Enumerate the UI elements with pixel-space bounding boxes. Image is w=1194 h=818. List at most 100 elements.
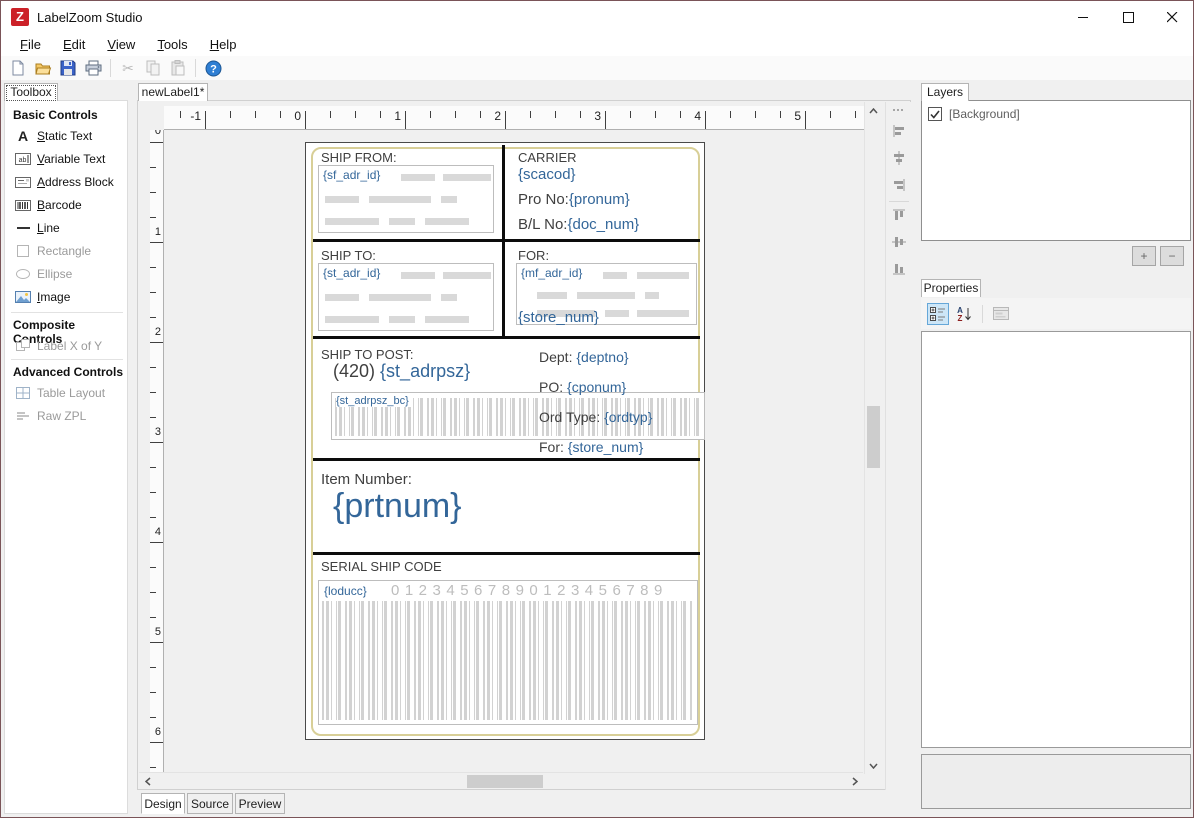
post-prefix: (420) bbox=[333, 361, 376, 381]
scroll-left-button[interactable] bbox=[139, 773, 156, 790]
ship-from-address-block[interactable]: {sf_adr_id} bbox=[318, 165, 494, 233]
align-left-button[interactable] bbox=[890, 122, 908, 140]
menu-help[interactable]: Help bbox=[199, 34, 248, 55]
for-title[interactable]: FOR: bbox=[518, 248, 549, 263]
remove-layer-button[interactable]: − bbox=[1160, 246, 1184, 266]
toolbox-item-variable-text[interactable]: ab Variable Text bbox=[15, 149, 125, 169]
serial-ship-code-title[interactable]: SERIAL SHIP CODE bbox=[321, 559, 442, 574]
tab-source[interactable]: Source bbox=[187, 793, 233, 814]
toolbox-item-line[interactable]: Line bbox=[15, 218, 125, 238]
align-top-button[interactable] bbox=[890, 206, 908, 224]
carrier-title[interactable]: CARRIER bbox=[518, 150, 577, 165]
categorized-icon bbox=[930, 306, 945, 321]
ship-from-title[interactable]: SHIP FROM: bbox=[321, 150, 397, 165]
toolbar-separator bbox=[110, 59, 111, 77]
divider-line[interactable] bbox=[313, 458, 700, 461]
align-right-button[interactable] bbox=[890, 176, 908, 194]
open-file-button[interactable] bbox=[32, 57, 54, 79]
toolbox-item-label: Variable Text bbox=[37, 152, 106, 166]
add-layer-button[interactable]: + bbox=[1132, 246, 1156, 266]
alphabetical-sort-button[interactable]: AZ bbox=[953, 303, 975, 325]
maximize-button[interactable] bbox=[1106, 1, 1151, 33]
ship-to-post-title[interactable]: SHIP TO POST: bbox=[321, 347, 413, 362]
horizontal-scrollbar[interactable] bbox=[139, 772, 863, 789]
align-top-icon bbox=[893, 209, 905, 220]
svg-text:?: ? bbox=[210, 63, 217, 75]
for-store-line[interactable]: For: {store_num} bbox=[539, 439, 643, 455]
serial-barcode[interactable]: {loducc} 01234567890123456789 bbox=[318, 580, 698, 725]
property-pages-button[interactable] bbox=[990, 303, 1012, 325]
layer-item-background[interactable]: [Background] bbox=[928, 107, 1020, 121]
paste-button[interactable] bbox=[167, 57, 189, 79]
address-block-icon bbox=[15, 174, 31, 190]
cut-button[interactable]: ✂ bbox=[117, 57, 139, 79]
app-window: Z LabelZoom Studio File Edit View Tools … bbox=[0, 0, 1194, 818]
toolbox-tab[interactable]: Toolbox bbox=[4, 83, 58, 101]
dept-field: {deptno} bbox=[576, 349, 629, 365]
scroll-down-button[interactable] bbox=[865, 757, 882, 774]
toolbox-item-barcode[interactable]: Barcode bbox=[15, 195, 125, 215]
vertical-scroll-thumb[interactable] bbox=[867, 406, 880, 468]
toolbox-item-label: Raw ZPL bbox=[37, 409, 87, 423]
divider-line[interactable] bbox=[313, 336, 700, 339]
po-line[interactable]: PO: {cponum} bbox=[539, 379, 626, 395]
menu-file[interactable]: File bbox=[9, 34, 52, 55]
document-tab[interactable]: newLabel1* bbox=[138, 83, 208, 101]
v-ruler-number: 3 bbox=[154, 426, 161, 438]
minimize-button[interactable] bbox=[1061, 1, 1106, 33]
carrier-pro-line[interactable]: Pro No:{pronum} bbox=[518, 191, 630, 208]
toolbox-section-basic: Basic Controls bbox=[13, 108, 98, 122]
align-bottom-button[interactable] bbox=[890, 260, 908, 278]
horizontal-scroll-thumb[interactable] bbox=[467, 775, 543, 788]
vertical-scrollbar[interactable] bbox=[864, 102, 881, 774]
item-number-label[interactable]: Item Number: bbox=[321, 471, 412, 488]
chevron-right-icon bbox=[852, 777, 858, 786]
divider-line[interactable] bbox=[313, 552, 700, 555]
dept-line[interactable]: Dept: {deptno} bbox=[539, 349, 629, 365]
layers-tab[interactable]: Layers bbox=[921, 83, 969, 101]
layer-checkbox[interactable] bbox=[928, 107, 942, 121]
align-middle-button[interactable] bbox=[890, 233, 908, 251]
properties-tab[interactable]: Properties bbox=[921, 279, 981, 297]
print-button[interactable] bbox=[82, 57, 104, 79]
for-store-num-field[interactable]: {store_num} bbox=[518, 309, 599, 326]
close-button[interactable] bbox=[1150, 1, 1193, 33]
carrier-bl-line[interactable]: B/L No:{doc_num} bbox=[518, 216, 639, 233]
divider-line-vertical[interactable] bbox=[502, 145, 505, 339]
toolbox-section-advanced: Advanced Controls bbox=[13, 365, 124, 379]
placeholder-bar bbox=[637, 272, 689, 279]
categorized-view-button[interactable] bbox=[927, 302, 949, 325]
minimize-icon bbox=[1078, 16, 1088, 18]
open-folder-icon bbox=[34, 63, 51, 75]
copy-button[interactable] bbox=[142, 57, 164, 79]
tab-preview[interactable]: Preview bbox=[235, 793, 285, 814]
align-center-button[interactable] bbox=[890, 149, 908, 167]
ship-to-address-block[interactable]: {st_adr_id} bbox=[318, 263, 494, 331]
ship-to-title[interactable]: SHIP TO: bbox=[321, 248, 376, 263]
ord-type-line[interactable]: Ord Type: {ordtyp} bbox=[539, 409, 652, 425]
toolbox-item-address-block[interactable]: Address Block bbox=[15, 172, 125, 192]
placeholder-bar bbox=[645, 292, 659, 299]
toolbox-item-static-text[interactable]: A Static Text bbox=[15, 126, 125, 146]
divider-line[interactable] bbox=[313, 239, 700, 242]
placeholder-bar bbox=[443, 272, 491, 279]
rectangle-icon bbox=[15, 243, 31, 259]
ship-to-post-value[interactable]: (420) {st_adrpsz} bbox=[333, 361, 470, 382]
menu-tools[interactable]: Tools bbox=[146, 34, 198, 55]
window-title: LabelZoom Studio bbox=[37, 10, 143, 25]
toolbox-item-image[interactable]: Image bbox=[15, 287, 125, 307]
paste-clipboard-icon bbox=[171, 60, 185, 76]
copy-icon bbox=[146, 60, 160, 76]
menu-view[interactable]: View bbox=[96, 34, 146, 55]
tab-design[interactable]: Design bbox=[141, 793, 185, 814]
toolbar-grip[interactable] bbox=[892, 108, 905, 112]
scroll-up-button[interactable] bbox=[865, 102, 882, 119]
new-document-button[interactable] bbox=[7, 57, 29, 79]
scroll-right-button[interactable] bbox=[846, 773, 863, 790]
save-button[interactable] bbox=[57, 57, 79, 79]
help-button[interactable]: ? bbox=[202, 57, 224, 79]
item-number-field[interactable]: {prtnum} bbox=[333, 487, 462, 526]
carrier-scac-field[interactable]: {scacod} bbox=[518, 166, 576, 183]
toolbox-item-label: Ellipse bbox=[37, 267, 73, 281]
menu-edit[interactable]: Edit bbox=[52, 34, 96, 55]
